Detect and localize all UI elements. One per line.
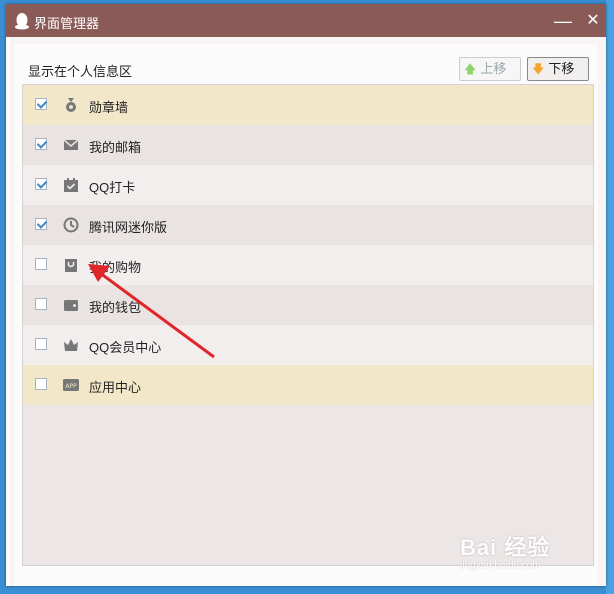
watermark: Bai 经验 jingyan.baidu.com	[460, 530, 550, 571]
item-label: 我的购物	[89, 260, 142, 275]
section-title: 显示在个人信息区	[28, 64, 133, 79]
item-list: 勋章墙 我的邮箱 QQ打卡 腾讯网迷你版 我的购物 我的钱包 QQ会员中心 AP…	[22, 84, 594, 566]
watermark-sub: jingyan.baidu.com	[460, 560, 541, 571]
watermark-main: Bai 经验	[460, 535, 551, 560]
list-item[interactable]: 我的钱包	[23, 285, 593, 325]
svg-text:APP: APP	[65, 383, 77, 390]
title-bar[interactable]: 界面管理器 — ✕	[6, 4, 606, 37]
desktop-background	[606, 0, 614, 594]
shopping-bag-icon	[65, 259, 77, 272]
item-label: QQ打卡	[89, 180, 136, 195]
wallet-icon	[64, 300, 78, 311]
item-label: 勋章墙	[89, 100, 129, 115]
list-item[interactable]: 我的邮箱	[23, 125, 593, 165]
background-panel-edge	[6, 37, 10, 586]
item-checkbox[interactable]	[35, 138, 47, 150]
close-button[interactable]: ✕	[582, 10, 604, 32]
move-up-label: 上移	[480, 61, 507, 76]
item-checkbox[interactable]	[35, 178, 47, 190]
list-item[interactable]: QQ打卡	[23, 165, 593, 205]
interface-manager-window: 界面管理器 — ✕ 显示在个人信息区 🡅 上移 🡇 下移 勋章墙 我的邮箱 QQ…	[6, 4, 606, 586]
arrow-up-icon: 🡅	[464, 62, 477, 76]
window-title: 界面管理器	[34, 16, 100, 31]
item-label: 腾讯网迷你版	[89, 220, 168, 235]
list-item[interactable]: QQ会员中心	[23, 325, 593, 365]
mail-icon	[63, 139, 79, 150]
item-checkbox[interactable]	[35, 258, 47, 270]
move-down-button[interactable]: 🡇 下移	[527, 57, 589, 81]
tencent-news-icon	[63, 217, 79, 233]
item-label: 我的钱包	[89, 300, 142, 315]
list-item[interactable]: 腾讯网迷你版	[23, 205, 593, 245]
list-item[interactable]: 我的购物	[23, 245, 593, 285]
qq-penguin-icon	[15, 13, 29, 30]
item-checkbox[interactable]	[35, 98, 47, 110]
list-item[interactable]: APP 应用中心	[23, 365, 593, 405]
item-label: 应用中心	[89, 380, 142, 395]
item-label: QQ会员中心	[89, 340, 162, 355]
move-up-button[interactable]: 🡅 上移	[459, 57, 521, 81]
item-checkbox[interactable]	[35, 338, 47, 350]
calendar-checkin-icon	[64, 178, 78, 192]
list-item[interactable]: 勋章墙	[23, 85, 593, 125]
minimize-button[interactable]: —	[552, 10, 574, 32]
arrow-down-icon: 🡇	[532, 62, 545, 76]
vip-crown-icon	[64, 339, 78, 351]
item-label: 我的邮箱	[89, 140, 142, 155]
item-checkbox[interactable]	[35, 218, 47, 230]
dialog-content: 显示在个人信息区 🡅 上移 🡇 下移 勋章墙 我的邮箱 QQ打卡 腾讯网迷你版 …	[14, 44, 598, 586]
app-icon: APP	[63, 379, 79, 391]
medal-icon	[66, 98, 76, 112]
item-checkbox[interactable]	[35, 378, 47, 390]
move-down-label: 下移	[548, 61, 575, 76]
item-checkbox[interactable]	[35, 298, 47, 310]
